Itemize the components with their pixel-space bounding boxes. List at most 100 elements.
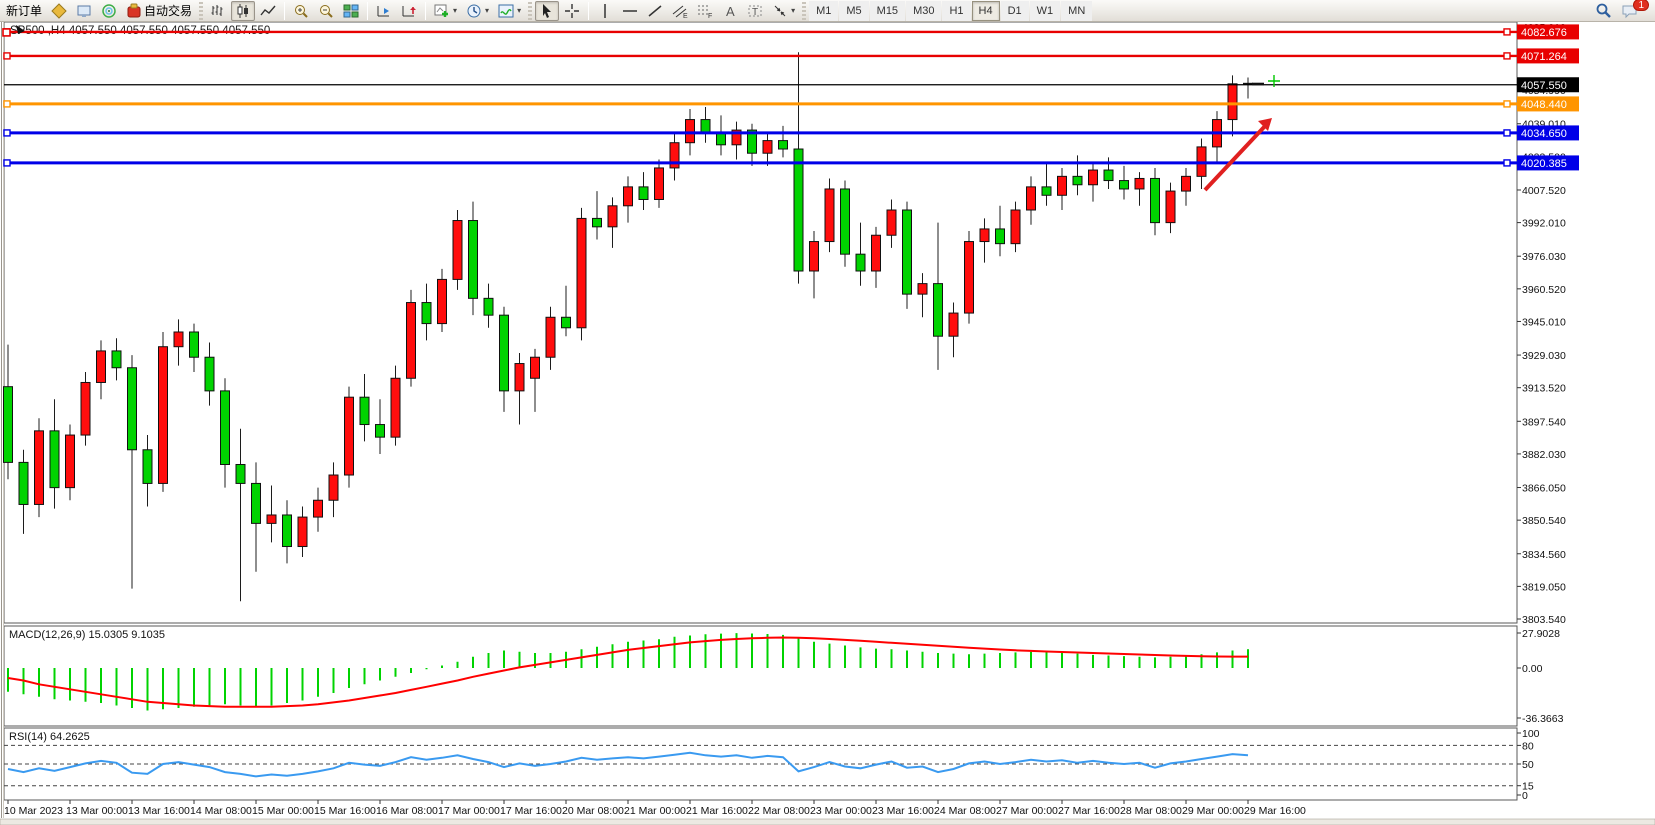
date-tick-label: 24 Mar 08:00: [934, 805, 996, 817]
horizontal-line-icon[interactable]: [618, 1, 642, 21]
price-tick-label: 3929.030: [1522, 350, 1566, 362]
svg-text:E: E: [683, 13, 688, 19]
date-tick-label: 20 Mar 08:00: [562, 805, 624, 817]
line-handle[interactable]: [1504, 160, 1510, 166]
candle-down: [1151, 178, 1160, 222]
alerts-radar-icon[interactable]: [97, 1, 121, 21]
toolbar-grip[interactable]: [199, 2, 203, 20]
trendline-icon[interactable]: [643, 1, 667, 21]
candle-down: [779, 141, 788, 149]
line-handle[interactable]: [4, 101, 10, 107]
notification-badge: 1: [1633, 0, 1649, 11]
candle-up: [438, 279, 447, 323]
candle-down: [143, 450, 152, 484]
status-bar: [0, 819, 1655, 825]
price-tick-label: 3834.560: [1522, 549, 1566, 561]
line-handle[interactable]: [4, 53, 10, 59]
price-tick-label: 3866.050: [1522, 483, 1566, 495]
tab-timeframe-m30[interactable]: M30: [906, 1, 941, 21]
date-tick-label: 27 Mar 16:00: [1058, 805, 1120, 817]
candle-down: [934, 284, 943, 337]
cursor-arrow-icon[interactable]: [535, 1, 559, 21]
tab-timeframe-d1[interactable]: D1: [1001, 1, 1029, 21]
autotrading-button[interactable]: 自动交易: [122, 1, 196, 21]
tab-timeframe-h1[interactable]: H1: [942, 1, 970, 21]
candle-down: [903, 210, 912, 294]
toolbar-separator: [284, 2, 285, 20]
chevron-down-icon: ▾: [791, 6, 795, 15]
price-line-badge-label: 4071.264: [1521, 51, 1567, 63]
zoom-out-icon[interactable]: [314, 1, 338, 21]
bar-chart-icon[interactable]: [206, 1, 230, 21]
candle-up: [825, 189, 834, 242]
candle-down: [190, 332, 199, 357]
line-handle[interactable]: [1504, 53, 1510, 59]
line-handle[interactable]: [4, 130, 10, 136]
chart-shift-icon[interactable]: [372, 1, 396, 21]
candle-down: [50, 431, 59, 488]
price-tick-label: 3992.010: [1522, 218, 1566, 230]
candle-up: [391, 378, 400, 437]
price-tick-label: 4007.520: [1522, 185, 1566, 197]
candle-down: [252, 483, 261, 523]
line-handle[interactable]: [1504, 29, 1510, 35]
tab-timeframe-mn[interactable]: MN: [1061, 1, 1092, 21]
line-chart-icon[interactable]: [256, 1, 280, 21]
rsi-tick-label: 100: [1522, 728, 1540, 740]
candle-up: [1027, 187, 1036, 210]
equidistant-channel-icon[interactable]: E: [668, 1, 692, 21]
candle-down: [593, 218, 602, 226]
candle-up: [314, 500, 323, 517]
macd-tick-label: 0.00: [1522, 663, 1543, 675]
vertical-line-icon[interactable]: [593, 1, 617, 21]
arrows-shapes-icon[interactable]: ▾: [768, 1, 799, 21]
tab-timeframe-m1[interactable]: M1: [809, 1, 838, 21]
candle-up: [763, 141, 772, 154]
rsi-tick-label: 50: [1522, 759, 1534, 771]
price-tick-label: 3976.030: [1522, 251, 1566, 263]
candle-down: [376, 425, 385, 438]
date-tick-label: 10 Mar 2023: [4, 805, 63, 817]
candle-down: [562, 317, 571, 328]
toolbar-grip[interactable]: [802, 2, 806, 20]
date-tick-label: 15 Mar 16:00: [314, 805, 376, 817]
new-order-button[interactable]: 新订单: [2, 1, 46, 21]
price-chart-canvas[interactable]: SP500 ,H4 4057.550 4057.550 4057.550 405…: [0, 22, 1655, 825]
profiles-icon[interactable]: [72, 1, 96, 21]
tab-timeframe-m15[interactable]: M15: [870, 1, 905, 21]
tab-timeframe-h4[interactable]: H4: [972, 1, 1000, 21]
search-icon[interactable]: [1591, 1, 1616, 21]
candle-up: [1166, 191, 1175, 223]
date-tick-label: 23 Mar 00:00: [810, 805, 872, 817]
date-axis: 10 Mar 202313 Mar 00:0013 Mar 16:0014 Ma…: [4, 800, 1306, 817]
candle-up: [174, 332, 183, 347]
selected-line-anchor[interactable]: [3, 29, 10, 36]
gold-diamond-icon[interactable]: [47, 1, 71, 21]
text-label-icon[interactable]: T: [743, 1, 767, 21]
candle-down: [639, 187, 648, 200]
chat-notification-icon[interactable]: 1: [1617, 1, 1643, 21]
tab-timeframe-m5[interactable]: M5: [839, 1, 868, 21]
crosshair-icon[interactable]: [560, 1, 584, 21]
candle-down: [841, 189, 850, 254]
candle-down: [4, 387, 13, 463]
line-handle[interactable]: [1504, 101, 1510, 107]
tab-timeframe-w1[interactable]: W1: [1030, 1, 1061, 21]
auto-scroll-icon[interactable]: [397, 1, 421, 21]
tile-windows-icon[interactable]: [339, 1, 363, 21]
zoom-in-icon[interactable]: [289, 1, 313, 21]
fibonacci-icon[interactable]: F: [693, 1, 717, 21]
candle-down: [19, 462, 28, 504]
chevron-down-icon: ▾: [453, 6, 457, 15]
text-icon[interactable]: A: [718, 1, 742, 21]
templates-icon[interactable]: ▾: [494, 1, 525, 21]
date-tick-label: 22 Mar 08:00: [748, 805, 810, 817]
periods-clock-icon[interactable]: ▾: [462, 1, 493, 21]
candlestick-chart-icon[interactable]: [231, 1, 255, 21]
toolbar-grip[interactable]: [528, 2, 532, 20]
chart-window: SP500 ,H4 4057.550 4057.550 4057.550 405…: [0, 22, 1655, 825]
indicators-add-icon[interactable]: ▾: [430, 1, 461, 21]
line-handle[interactable]: [1504, 130, 1510, 136]
price-tick-label: 3819.050: [1522, 581, 1566, 593]
line-handle[interactable]: [4, 160, 10, 166]
